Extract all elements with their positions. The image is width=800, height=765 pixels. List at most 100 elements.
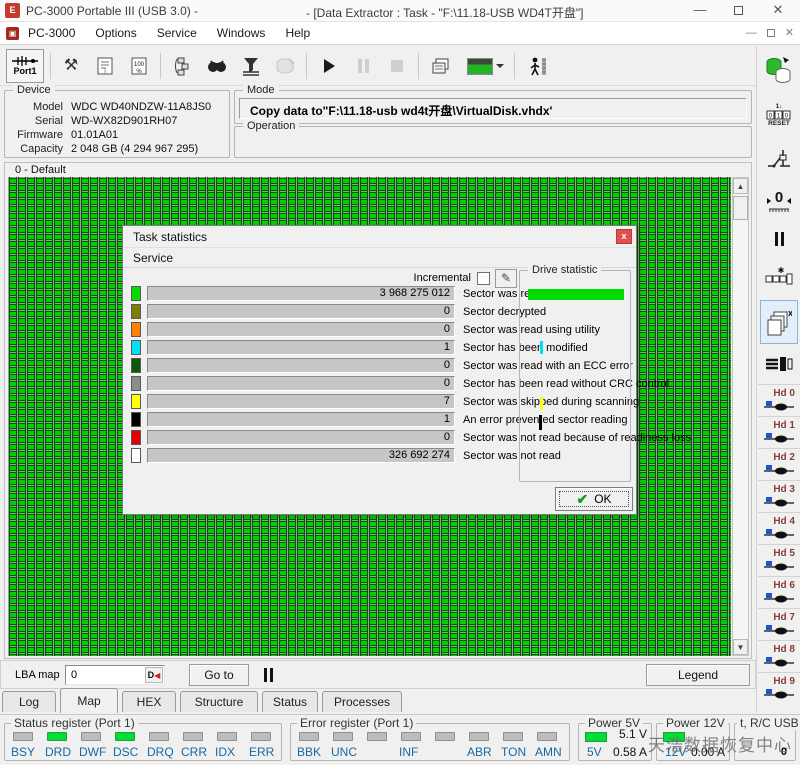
script-button[interactable]: i bbox=[88, 49, 122, 83]
filter-button[interactable] bbox=[234, 49, 268, 83]
percent-icon: 100% bbox=[131, 57, 147, 75]
mode-value: Copy data to"F:\11.18-usb wd4t开盘\Virtual… bbox=[239, 98, 747, 119]
maximize-button[interactable] bbox=[722, 0, 754, 22]
tab-processes[interactable]: Processes bbox=[322, 691, 402, 712]
led-ton bbox=[503, 732, 523, 741]
goto-button[interactable]: Go to bbox=[189, 664, 249, 686]
stop-icon bbox=[391, 60, 403, 72]
pause-button[interactable] bbox=[346, 49, 380, 83]
registers-button[interactable]: ✱ bbox=[760, 258, 798, 296]
hd4-button[interactable]: Hd 4 bbox=[758, 512, 800, 543]
funnel-icon bbox=[243, 58, 259, 76]
tools-button[interactable]: ⚒ bbox=[54, 49, 88, 83]
exit-button[interactable] bbox=[520, 49, 554, 83]
incremental-checkbox[interactable] bbox=[477, 272, 490, 285]
menu-bar: ▣ PC-3000 Options Service Windows Help —… bbox=[0, 22, 800, 45]
lba-input[interactable]: 0 D◀ bbox=[65, 665, 165, 685]
oscilloscope-button[interactable]: 0 bbox=[760, 182, 798, 220]
head-icon bbox=[764, 593, 794, 603]
power-switch-button[interactable] bbox=[760, 140, 798, 178]
scroll-thumb[interactable] bbox=[733, 196, 748, 220]
lba-history-button[interactable]: D◀ bbox=[145, 667, 163, 683]
map-view-button[interactable] bbox=[462, 49, 508, 83]
registers-icon: ✱ bbox=[765, 266, 793, 285]
hd9-button[interactable]: Hd 9 bbox=[758, 672, 800, 703]
hd-label: Hd 6 bbox=[773, 580, 795, 591]
menu-pc3000[interactable]: PC-3000 bbox=[28, 26, 75, 40]
led-crr bbox=[183, 732, 203, 741]
minimize-button[interactable]: — bbox=[684, 0, 716, 22]
port1-button[interactable]: Port1 bbox=[6, 49, 44, 83]
drive-power-button[interactable] bbox=[760, 50, 798, 90]
led-inf bbox=[401, 732, 421, 741]
tab-structure[interactable]: Structure bbox=[180, 691, 258, 712]
dialog-menu-service[interactable]: Service bbox=[133, 251, 173, 265]
tab-map[interactable]: Map bbox=[60, 688, 118, 713]
side-pause-button[interactable] bbox=[760, 224, 798, 254]
stat-value-bar: 3 968 275 012 bbox=[147, 286, 455, 301]
dialog-close-button[interactable]: x bbox=[616, 229, 632, 244]
dialog-title-bar[interactable]: Task statistics x bbox=[123, 226, 636, 248]
hd1-button[interactable]: Hd 1 bbox=[758, 416, 800, 447]
hd2-button[interactable]: Hd 2 bbox=[758, 448, 800, 479]
tasks-button[interactable]: x bbox=[760, 300, 798, 344]
start-button[interactable] bbox=[312, 49, 346, 83]
stop-button[interactable] bbox=[380, 49, 414, 83]
hd6-button[interactable]: Hd 6 bbox=[758, 576, 800, 607]
window-title-task: - [Data Extractor : Task - "F:\11.18-USB… bbox=[306, 6, 584, 20]
mdi-minimize-button[interactable]: — bbox=[746, 27, 757, 39]
legend-button[interactable]: Legend bbox=[646, 664, 750, 686]
mdi-restore-button[interactable] bbox=[766, 28, 775, 37]
led-label: BBK bbox=[297, 745, 322, 759]
right-toolbar: 1↓ 010 RESET 0 ✱ x Hd 0 Hd 1 Hd 2 Hd 3 H… bbox=[756, 46, 800, 712]
fragment-button[interactable] bbox=[166, 49, 200, 83]
windows-cascade-button[interactable] bbox=[424, 49, 458, 83]
scroll-down-button[interactable]: ▼ bbox=[733, 639, 748, 655]
map-scrollbar[interactable]: ▲ ▼ bbox=[732, 177, 749, 656]
led-label: AMN bbox=[535, 745, 562, 759]
menu-options[interactable]: Options bbox=[95, 26, 136, 40]
tab-hex[interactable]: HEX bbox=[122, 691, 176, 712]
tab-log[interactable]: Log bbox=[2, 691, 56, 712]
menu-windows[interactable]: Windows bbox=[217, 26, 266, 40]
tools-icon: ⚒ bbox=[63, 57, 79, 74]
ok-button[interactable]: ✔ OK bbox=[555, 487, 633, 511]
hd-label: Hd 0 bbox=[773, 388, 795, 399]
status-register-group: Status register (Port 1) BSY DRD DWF DSC… bbox=[4, 716, 282, 761]
device-panel-title: Device bbox=[13, 84, 55, 96]
lba-bar: LBA map 0 D◀ Go to Legend bbox=[0, 660, 756, 689]
hd7-button[interactable]: Hd 7 bbox=[758, 608, 800, 639]
status-bar: Status register (Port 1) BSY DRD DWF DSC… bbox=[0, 714, 800, 765]
status-register-title: Status register (Port 1) bbox=[11, 716, 138, 730]
hd-label: Hd 9 bbox=[773, 676, 795, 687]
scroll-up-button[interactable]: ▲ bbox=[733, 178, 748, 194]
search-button[interactable] bbox=[200, 49, 234, 83]
tab-status[interactable]: Status bbox=[262, 691, 318, 712]
close-button[interactable]: ✕ bbox=[762, 0, 794, 22]
adapter-icon bbox=[766, 357, 793, 371]
erase-button[interactable] bbox=[268, 49, 302, 83]
port-icon bbox=[12, 56, 38, 66]
map-pause-icon[interactable] bbox=[264, 668, 273, 682]
percent-button[interactable]: 100% bbox=[122, 49, 156, 83]
reset-button[interactable]: 1↓ 010 RESET bbox=[760, 94, 798, 136]
stat-value-bar: 0 bbox=[147, 376, 455, 391]
stat-value-bar: 0 bbox=[147, 430, 455, 445]
led-label: UNC bbox=[331, 745, 357, 759]
pc3000-menu-icon: ▣ bbox=[6, 27, 19, 40]
mdi-close-button[interactable]: ✕ bbox=[785, 26, 794, 39]
led-label: CRR bbox=[181, 745, 207, 759]
led-idx bbox=[217, 732, 237, 741]
svg-text:100: 100 bbox=[134, 62, 145, 68]
menu-help[interactable]: Help bbox=[285, 26, 310, 40]
head-icon bbox=[764, 529, 794, 539]
adapter-button[interactable] bbox=[760, 348, 798, 380]
hd8-button[interactable]: Hd 8 bbox=[758, 640, 800, 671]
hd5-button[interactable]: Hd 5 bbox=[758, 544, 800, 575]
eraser-icon bbox=[276, 58, 295, 74]
power-12v-title: Power 12V bbox=[663, 716, 728, 730]
hd0-button[interactable]: Hd 0 bbox=[758, 384, 800, 415]
menu-service[interactable]: Service bbox=[157, 26, 197, 40]
device-model-value: WDC WD40NDZW-11A8JS0 bbox=[71, 101, 212, 113]
hd3-button[interactable]: Hd 3 bbox=[758, 480, 800, 511]
